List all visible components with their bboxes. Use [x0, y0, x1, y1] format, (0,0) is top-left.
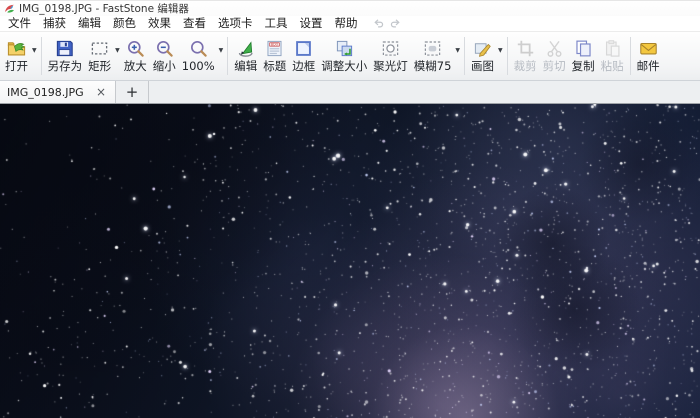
rect-dropdown-caret[interactable]: ▼ [114, 20, 121, 80]
toolbar-button-blur[interactable]: 模糊75 [411, 32, 455, 80]
toolbar-button-label: 另存为 [48, 60, 83, 72]
history-buttons [372, 17, 402, 30]
scissors-icon [545, 39, 564, 58]
toolbar-button-border[interactable]: 边框 [289, 32, 318, 80]
window-title: IMG_0198.JPG - FastStone 编辑器 [19, 1, 189, 16]
save-floppy-icon [55, 39, 74, 58]
redo-icon[interactable] [389, 17, 402, 30]
zoom-in-icon [126, 39, 145, 58]
copy-icon [574, 39, 593, 58]
toolbar-button-copy[interactable]: 复制 [569, 32, 598, 80]
toolbar-button-crop[interactable]: 裁剪 [511, 32, 540, 80]
open-folder-icon [7, 39, 26, 58]
toolbar-button-title[interactable]: BDO 标题 [260, 32, 289, 80]
spotlight-icon [381, 39, 400, 58]
rect-select-icon [90, 39, 109, 58]
menu-item-help[interactable]: 帮助 [329, 16, 364, 31]
toolbar-button-rect[interactable]: 矩形 [85, 32, 114, 80]
toolbar-separator [227, 37, 228, 75]
toolbar-button-label: 打开 [5, 60, 28, 72]
border-icon [294, 39, 313, 58]
zoom-100-dropdown-caret[interactable]: ▼ [218, 20, 225, 80]
toolbar-button-save-as[interactable]: 另存为 [45, 32, 86, 80]
edit-icon [236, 39, 255, 58]
toolbar-button-label: 剪切 [543, 60, 566, 72]
image-area [0, 104, 700, 418]
toolbar-button-cut[interactable]: 剪切 [540, 32, 569, 80]
toolbar-separator [630, 37, 631, 75]
menu-bar: 文件捕获编辑颜色效果查看选项卡工具设置帮助 [0, 16, 700, 31]
tab-label: IMG_0198.JPG [7, 86, 84, 99]
toolbar-button-zoom-100[interactable]: 100% [179, 32, 218, 80]
undo-icon[interactable] [372, 17, 385, 30]
toolbar-button-draw[interactable]: 画图 [468, 32, 497, 80]
menu-item-view[interactable]: 查看 [177, 16, 212, 31]
menu-item-tools[interactable]: 工具 [259, 16, 294, 31]
toolbar-separator [507, 37, 508, 75]
resize-icon [335, 39, 354, 58]
toolbar-button-label: 调整大小 [321, 60, 367, 72]
menu-item-settings[interactable]: 设置 [294, 16, 329, 31]
tab-bar: IMG_0198.JPG × + [0, 81, 700, 104]
draw-dropdown-caret[interactable]: ▼ [497, 20, 504, 80]
toolbar-button-label: 粘贴 [601, 60, 624, 72]
toolbar-button-open[interactable]: 打开 [2, 32, 31, 80]
zoom-out-icon [155, 39, 174, 58]
toolbar-button-label: 复制 [572, 60, 595, 72]
toolbar-button-edit[interactable]: 编辑 [231, 32, 260, 80]
menu-item-effects[interactable]: 效果 [142, 16, 177, 31]
toolbar-button-label: 100% [182, 60, 215, 72]
toolbar-button-spotlight[interactable]: 聚光灯 [370, 32, 411, 80]
toolbar-separator [464, 37, 465, 75]
toolbar-button-label: 画图 [471, 60, 494, 72]
crop-icon [516, 39, 535, 58]
toolbar-button-label: 矩形 [88, 60, 111, 72]
zoom-100-icon [189, 39, 208, 58]
blur-dropdown-caret[interactable]: ▼ [454, 20, 461, 80]
toolbar-button-label: 裁剪 [514, 60, 537, 72]
main-toolbar: 打开▼另存为矩形▼放大缩小100%▼编辑BDO标题边框调整大小聚光灯模糊75▼画… [0, 31, 700, 81]
toolbar-separator [41, 37, 42, 75]
title-bar: IMG_0198.JPG - FastStone 编辑器 [0, 1, 700, 16]
menu-item-capture[interactable]: 捕获 [37, 16, 72, 31]
menu-item-edit[interactable]: 编辑 [72, 16, 107, 31]
toolbar-button-paste[interactable]: 粘贴 [598, 32, 627, 80]
menu-items: 文件捕获编辑颜色效果查看选项卡工具设置帮助 [2, 16, 364, 31]
toolbar-button-zoom-in[interactable]: 放大 [121, 32, 150, 80]
tab-img-0198[interactable]: IMG_0198.JPG × [0, 81, 116, 103]
mail-icon [639, 39, 658, 58]
tab-close-icon[interactable]: × [94, 86, 108, 98]
draw-icon [473, 39, 492, 58]
toolbar-button-label: 模糊75 [414, 60, 452, 72]
paste-icon [603, 39, 622, 58]
toolbar-button-label: 标题 [263, 60, 286, 72]
toolbar-button-label: 放大 [124, 60, 147, 72]
add-tab-button[interactable]: + [116, 81, 149, 103]
svg-text:BDO: BDO [271, 43, 279, 47]
toolbar-button-label: 邮件 [637, 60, 660, 72]
toolbar-button-label: 边框 [292, 60, 315, 72]
toolbar-button-zoom-out[interactable]: 缩小 [150, 32, 179, 80]
app-window: IMG_0198.JPG - FastStone 编辑器 文件捕获编辑颜色效果查… [0, 0, 700, 418]
toolbar-button-label: 编辑 [234, 60, 257, 72]
toolbar-button-label: 缩小 [153, 60, 176, 72]
faststone-logo-icon [4, 3, 15, 14]
menu-item-colors[interactable]: 颜色 [107, 16, 142, 31]
open-dropdown-caret[interactable]: ▼ [31, 20, 38, 80]
title-doc-icon: BDO [265, 39, 284, 58]
toolbar-button-mail[interactable]: 邮件 [634, 32, 663, 80]
toolbar-button-label: 聚光灯 [373, 60, 408, 72]
toolbar-button-resize[interactable]: 调整大小 [318, 32, 370, 80]
image-canvas[interactable] [0, 104, 700, 418]
blur-icon [423, 39, 442, 58]
